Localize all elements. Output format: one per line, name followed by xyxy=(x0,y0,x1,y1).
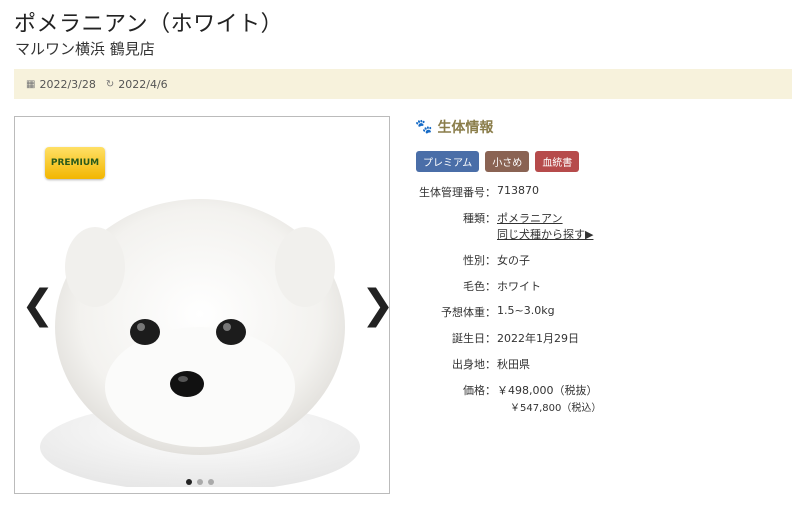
spec-label: 出身地： xyxy=(452,358,496,371)
info-heading: 🐾 生体情報 xyxy=(415,117,493,137)
spec-label: 生体管理番号： xyxy=(419,186,496,199)
spec-label: 予想体重： xyxy=(441,306,496,319)
spec-label: 誕生日： xyxy=(452,332,496,345)
next-arrow-icon[interactable]: ❯ xyxy=(361,285,389,325)
posted-date: ▦ 2022/3/28 xyxy=(26,78,96,91)
spec-row-id: 生体管理番号： 713870 xyxy=(416,184,796,200)
spec-value: 2022年1月29日 xyxy=(497,332,579,345)
spec-value: 秋田県 xyxy=(497,358,530,371)
spec-row-sex: 性別： 女の子 xyxy=(416,252,796,268)
posted-date-text: 2022/3/28 xyxy=(39,77,96,91)
spec-row-weight: 予想体重： 1.5~3.0kg xyxy=(416,304,796,320)
slide-dots xyxy=(186,479,214,485)
shop-name: マルワン横浜 鶴見店 xyxy=(15,40,155,58)
premium-badge: PREMIUM xyxy=(45,147,105,179)
info-heading-text: 生体情報 xyxy=(437,120,494,136)
tag-premium: プレミアム xyxy=(416,151,480,172)
breed-link[interactable]: ポメラニアン xyxy=(497,212,563,225)
spec-row-birthday: 誕生日： 2022年1月29日 xyxy=(416,330,796,346)
spec-row-color: 毛色： ホワイト xyxy=(416,278,796,294)
price-excl-tax: ￥498,000（税抜） xyxy=(497,384,598,397)
spec-value: 女の子 xyxy=(497,254,530,267)
spec-label: 価格： xyxy=(463,384,496,397)
updated-date: ↻ 2022/4/6 xyxy=(106,78,168,91)
spec-label: 毛色： xyxy=(463,280,496,293)
slide-dot[interactable] xyxy=(197,479,203,485)
tag-small: 小さめ xyxy=(485,151,530,172)
tag-pedigree: 血統書 xyxy=(535,151,580,172)
tag-list: プレミアム 小さめ 血統書 xyxy=(416,151,580,172)
price-incl-tax: ￥547,800（税込） xyxy=(510,403,602,414)
same-breed-link[interactable]: 同じ犬種から探す▶ xyxy=(497,228,593,241)
date-bar: ▦ 2022/3/28 ↻ 2022/4/6 xyxy=(14,69,792,99)
spec-table: 生体管理番号： 713870 種類： ポメラニアン 同じ犬種から探す▶ 性別： … xyxy=(416,184,796,424)
calendar-icon: ▦ xyxy=(26,78,36,90)
spec-label: 種類： xyxy=(463,212,496,225)
spec-row-breed: 種類： ポメラニアン 同じ犬種から探す▶ xyxy=(416,210,796,242)
slide-dot[interactable] xyxy=(208,479,214,485)
slide-dot[interactable] xyxy=(186,479,192,485)
puppy-photo xyxy=(40,199,360,487)
spec-value: ホワイト xyxy=(497,280,541,293)
prev-arrow-icon[interactable]: ❮ xyxy=(21,285,55,325)
paw-icon: 🐾 xyxy=(415,119,433,135)
spec-value: 1.5~3.0kg xyxy=(497,304,555,317)
updated-date-text: 2022/4/6 xyxy=(118,77,168,91)
refresh-icon: ↻ xyxy=(105,78,115,90)
spec-row-price: 価格： ￥498,000（税抜） ￥547,800（税込） xyxy=(416,382,796,414)
spec-label: 性別： xyxy=(463,254,496,267)
spec-row-origin: 出身地： 秋田県 xyxy=(416,356,796,372)
page-title: ポメラニアン（ホワイト） xyxy=(14,12,284,37)
photo-gallery: PREMIUM ❮ ❯ xyxy=(14,116,390,494)
spec-value: 713870 xyxy=(497,184,539,197)
